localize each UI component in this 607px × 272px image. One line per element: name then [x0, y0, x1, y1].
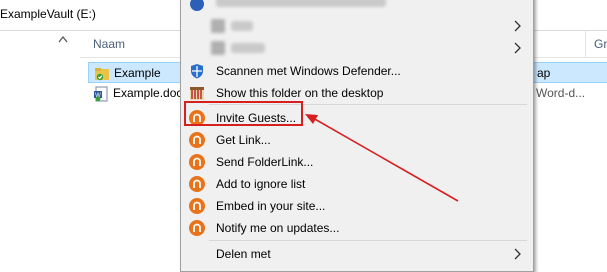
menu-item-add-to-ignore-list[interactable]: Add to ignore list [181, 173, 533, 195]
menu-item-embed-in-site[interactable]: Embed in your site... [181, 195, 533, 217]
address-path[interactable]: ExampleVault (E:) [0, 7, 96, 21]
scroll-up-chevron-icon[interactable] [56, 31, 70, 47]
submenu-arrow-icon [513, 248, 521, 260]
m-app-icon [189, 154, 205, 170]
folder-icon [94, 66, 110, 82]
annotation-highlight-box [184, 101, 303, 126]
menu-item-label: Send FolderLink... [216, 155, 314, 169]
m-app-icon [189, 132, 205, 148]
file-type: Word-d... [536, 86, 586, 100]
menu-item-cut-off[interactable] [181, 0, 533, 15]
menu-item-label: Get Link... [216, 133, 271, 147]
menu-item-get-link[interactable]: Get Link... [181, 129, 533, 151]
menu-item-notify-updates[interactable]: Notify me on updates... [181, 217, 533, 239]
menu-item-label: Add to ignore list [216, 177, 306, 191]
menu-item-delen-met[interactable]: Delen met [181, 243, 533, 265]
windows-defender-icon [189, 63, 205, 79]
blurred-icon [211, 19, 225, 33]
submenu-arrow-icon [513, 42, 521, 54]
column-header-name[interactable]: Naam [93, 37, 125, 51]
m-app-icon [189, 198, 205, 214]
column-header-group[interactable]: Gr [594, 37, 607, 51]
word-doc-icon: W [93, 86, 109, 102]
show-on-desktop-icon [189, 85, 205, 101]
file-name: Example.doc [113, 86, 183, 100]
column-divider[interactable] [585, 31, 586, 57]
menu-item-scan-defender[interactable]: Scannen met Windows Defender... [181, 60, 533, 82]
menu-item-send-folderlink[interactable]: Send FolderLink... [181, 151, 533, 173]
file-name: Example [114, 66, 161, 80]
blurred-label [216, 0, 386, 7]
menu-item-label: Notify me on updates... [216, 221, 340, 235]
menu-item-label: Scannen met Windows Defender... [216, 64, 401, 78]
submenu-arrow-icon [513, 20, 521, 32]
file-type: ap [537, 66, 551, 80]
menu-item-label: Embed in your site... [216, 199, 326, 213]
navigation-pane [0, 31, 80, 264]
blurred-icon [211, 41, 225, 55]
menu-separator [209, 240, 527, 241]
menu-item-blurred-submenu[interactable] [181, 37, 533, 59]
m-app-icon [189, 176, 205, 192]
menu-item-blurred-submenu[interactable] [181, 15, 533, 37]
m-app-icon [189, 220, 205, 236]
menu-item-label: Show this folder on the desktop [216, 86, 384, 100]
blurred-label [231, 21, 253, 31]
blurred-label [231, 43, 265, 53]
context-menu: Scannen met Windows Defender... Show thi… [180, 0, 534, 272]
menu-item-label: Delen met [216, 247, 271, 261]
globe-icon [189, 0, 205, 12]
